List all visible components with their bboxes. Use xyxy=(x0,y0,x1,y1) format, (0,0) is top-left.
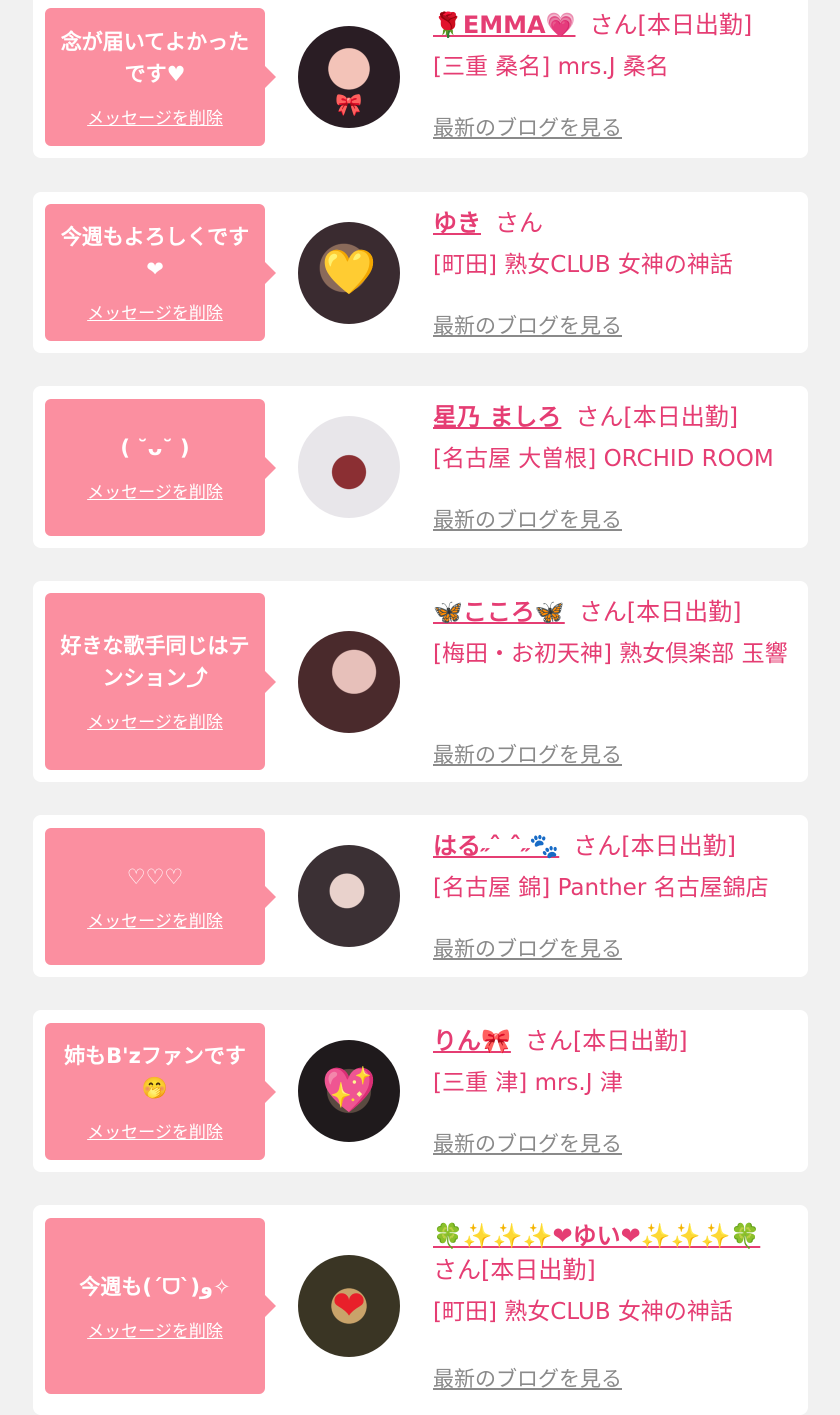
message-card: 好きな歌手同じはテンション⤴ メッセージを削除 🦋こころ🦋 さん[本日出勤] [梅… xyxy=(33,581,808,782)
avatar[interactable] xyxy=(298,845,400,947)
profile-info: 🦋こころ🦋 さん[本日出勤] [梅田・お初天神] 熟女倶楽部 玉響 最新のブログを… xyxy=(433,595,792,767)
avatar-sticker-icon: 🎀 xyxy=(335,92,363,118)
honorific-status: さん[本日出勤] xyxy=(589,11,753,39)
profile-info: 星乃 ましろ さん[本日出勤] [名古屋 大曽根] ORCHID ROOM 最新の… xyxy=(433,400,792,532)
message-text: 念が届いてよかったです♥ xyxy=(60,29,250,86)
profile-info: 🍀✨✨✨❤ゆい❤✨✨✨🍀 さん[本日出勤] [町田] 熟女CLUB 女神の神話 … xyxy=(433,1219,792,1391)
message-bubble: 今週もよろしくです❤ メッセージを削除 xyxy=(45,204,276,341)
message-bubble: ( ˘ᴗ˘ ) メッセージを削除 xyxy=(45,399,276,536)
latest-blog-link[interactable]: 最新のブログを見る xyxy=(433,310,622,340)
message-text: 今週も(ˊᗜˋ)و✧ xyxy=(79,1274,231,1299)
therapist-name-link[interactable]: 星乃 ましろ xyxy=(433,403,561,431)
avatar[interactable]: 🎀 xyxy=(298,26,400,128)
therapist-name-link[interactable]: りん🎀 xyxy=(433,1027,511,1055)
therapist-name-link[interactable]: 🦋こころ🦋 xyxy=(433,598,565,626)
avatar[interactable]: 💛 xyxy=(298,222,400,324)
message-card: ♡♡♡ メッセージを削除 はる˶ˆ ˆ˶🐾 さん[本日出勤] [名古屋 錦] Pa… xyxy=(33,815,808,977)
delete-message-link[interactable]: メッセージを削除 xyxy=(87,478,223,503)
name-line: りん🎀 さん[本日出勤] xyxy=(433,1024,792,1058)
latest-blog-link[interactable]: 最新のブログを見る xyxy=(433,112,622,142)
name-line: 🍀✨✨✨❤ゆい❤✨✨✨🍀 xyxy=(433,1219,792,1253)
heart-sticker-icon: 💛 xyxy=(321,247,377,298)
profile-info: りん🎀 さん[本日出勤] [三重 津] mrs.J 津 最新のブログを見る xyxy=(433,1024,792,1156)
latest-blog-link[interactable]: 最新のブログを見る xyxy=(433,1128,622,1158)
delete-message-link[interactable]: メッセージを削除 xyxy=(87,1317,223,1342)
name-line-continued: さん[本日出勤] xyxy=(433,1253,792,1287)
avatar[interactable] xyxy=(298,631,400,733)
delete-message-link[interactable]: メッセージを削除 xyxy=(87,1118,223,1143)
message-bubble: 念が届いてよかったです♥ メッセージを削除 xyxy=(45,8,276,146)
latest-blog-link[interactable]: 最新のブログを見る xyxy=(433,1363,622,1393)
shop-name: [名古屋 錦] Panther 名古屋錦店 xyxy=(433,875,769,901)
message-card: 念が届いてよかったです♥ メッセージを削除 🎀 🌹EMMA💗 さん[本日出勤] [… xyxy=(33,0,808,158)
shop-name: [三重 津] mrs.J 津 xyxy=(433,1070,623,1096)
message-bubble: 好きな歌手同じはテンション⤴ メッセージを削除 xyxy=(45,593,276,770)
message-text: ( ˘ᴗ˘ ) xyxy=(120,436,190,460)
delete-message-link[interactable]: メッセージを削除 xyxy=(87,708,223,733)
avatar[interactable] xyxy=(298,416,400,518)
message-bubble: 姉もB'zファンです🤭 メッセージを削除 xyxy=(45,1023,276,1160)
name-line: ゆき さん xyxy=(433,206,792,240)
message-text: 好きな歌手同じはテンション⤴ xyxy=(60,634,250,690)
therapist-name-link[interactable]: 🌹EMMA💗 xyxy=(433,11,576,39)
profile-info: 🌹EMMA💗 さん[本日出勤] [三重 桑名] mrs.J 桑名 最新のブログを見… xyxy=(433,8,792,140)
message-text: 今週もよろしくです❤ xyxy=(60,225,250,281)
message-card: 姉もB'zファンです🤭 メッセージを削除 💖 りん🎀 さん[本日出勤] [三重 津… xyxy=(33,1010,808,1172)
heart-sticker-icon: ❤ xyxy=(332,1283,366,1329)
delete-message-link[interactable]: メッセージを削除 xyxy=(87,299,223,324)
latest-blog-link[interactable]: 最新のブログを見る xyxy=(433,933,622,963)
honorific-status: さん[本日出勤] xyxy=(578,598,742,626)
honorific-status: さん[本日出勤] xyxy=(524,1027,688,1055)
message-card: 今週もよろしくです❤ メッセージを削除 💛 ゆき さん [町田] 熟女CLUB 女… xyxy=(33,192,808,353)
honorific-status: さん[本日出勤] xyxy=(575,403,739,431)
latest-blog-link[interactable]: 最新のブログを見る xyxy=(433,504,622,534)
therapist-name-link[interactable]: ゆき xyxy=(433,209,481,237)
delete-message-link[interactable]: メッセージを削除 xyxy=(87,907,223,932)
avatar[interactable]: 💖 xyxy=(298,1040,400,1142)
name-line: はる˶ˆ ˆ˶🐾 さん[本日出勤] xyxy=(433,829,792,863)
honorific-status: さん[本日出勤] xyxy=(433,1256,596,1284)
delete-message-link[interactable]: メッセージを削除 xyxy=(87,104,223,129)
profile-info: はる˶ˆ ˆ˶🐾 さん[本日出勤] [名古屋 錦] Panther 名古屋錦店 最… xyxy=(433,829,792,961)
sparkling-heart-icon: 💖 xyxy=(321,1065,377,1116)
latest-blog-link[interactable]: 最新のブログを見る xyxy=(433,739,622,769)
profile-info: ゆき さん [町田] 熟女CLUB 女神の神話 最新のブログを見る xyxy=(433,206,792,338)
message-card: ( ˘ᴗ˘ ) メッセージを削除 星乃 ましろ さん[本日出勤] [名古屋 大曽根… xyxy=(33,386,808,548)
name-line: 星乃 ましろ さん[本日出勤] xyxy=(433,400,792,434)
message-list: 念が届いてよかったです♥ メッセージを削除 🎀 🌹EMMA💗 さん[本日出勤] [… xyxy=(0,0,840,1415)
avatar[interactable]: ❤ xyxy=(298,1255,400,1357)
honorific-status: さん[本日出勤] xyxy=(573,832,736,860)
shop-name: [名古屋 大曽根] ORCHID ROOM xyxy=(433,446,774,472)
therapist-name-link[interactable]: はる˶ˆ ˆ˶🐾 xyxy=(433,832,559,860)
name-line: 🦋こころ🦋 さん[本日出勤] xyxy=(433,595,792,629)
honorific-status: さん xyxy=(495,209,543,237)
therapist-name-link[interactable]: 🍀✨✨✨❤ゆい❤✨✨✨🍀 xyxy=(433,1222,760,1250)
shop-name: [梅田・お初天神] 熟女倶楽部 玉響 xyxy=(433,641,788,667)
message-bubble: ♡♡♡ メッセージを削除 xyxy=(45,828,276,965)
message-text: ♡♡♡ xyxy=(126,865,184,889)
shop-name: [町田] 熟女CLUB 女神の神話 xyxy=(433,1299,733,1325)
message-bubble: 今週も(ˊᗜˋ)و✧ メッセージを削除 xyxy=(45,1218,276,1394)
message-card: 今週も(ˊᗜˋ)و✧ メッセージを削除 ❤ 🍀✨✨✨❤ゆい❤✨✨✨🍀 さん[本日… xyxy=(33,1205,808,1415)
name-line: 🌹EMMA💗 さん[本日出勤] xyxy=(433,8,792,42)
shop-name: [町田] 熟女CLUB 女神の神話 xyxy=(433,252,733,278)
message-text: 姉もB'zファンです🤭 xyxy=(64,1044,246,1100)
shop-name: [三重 桑名] mrs.J 桑名 xyxy=(433,54,669,80)
